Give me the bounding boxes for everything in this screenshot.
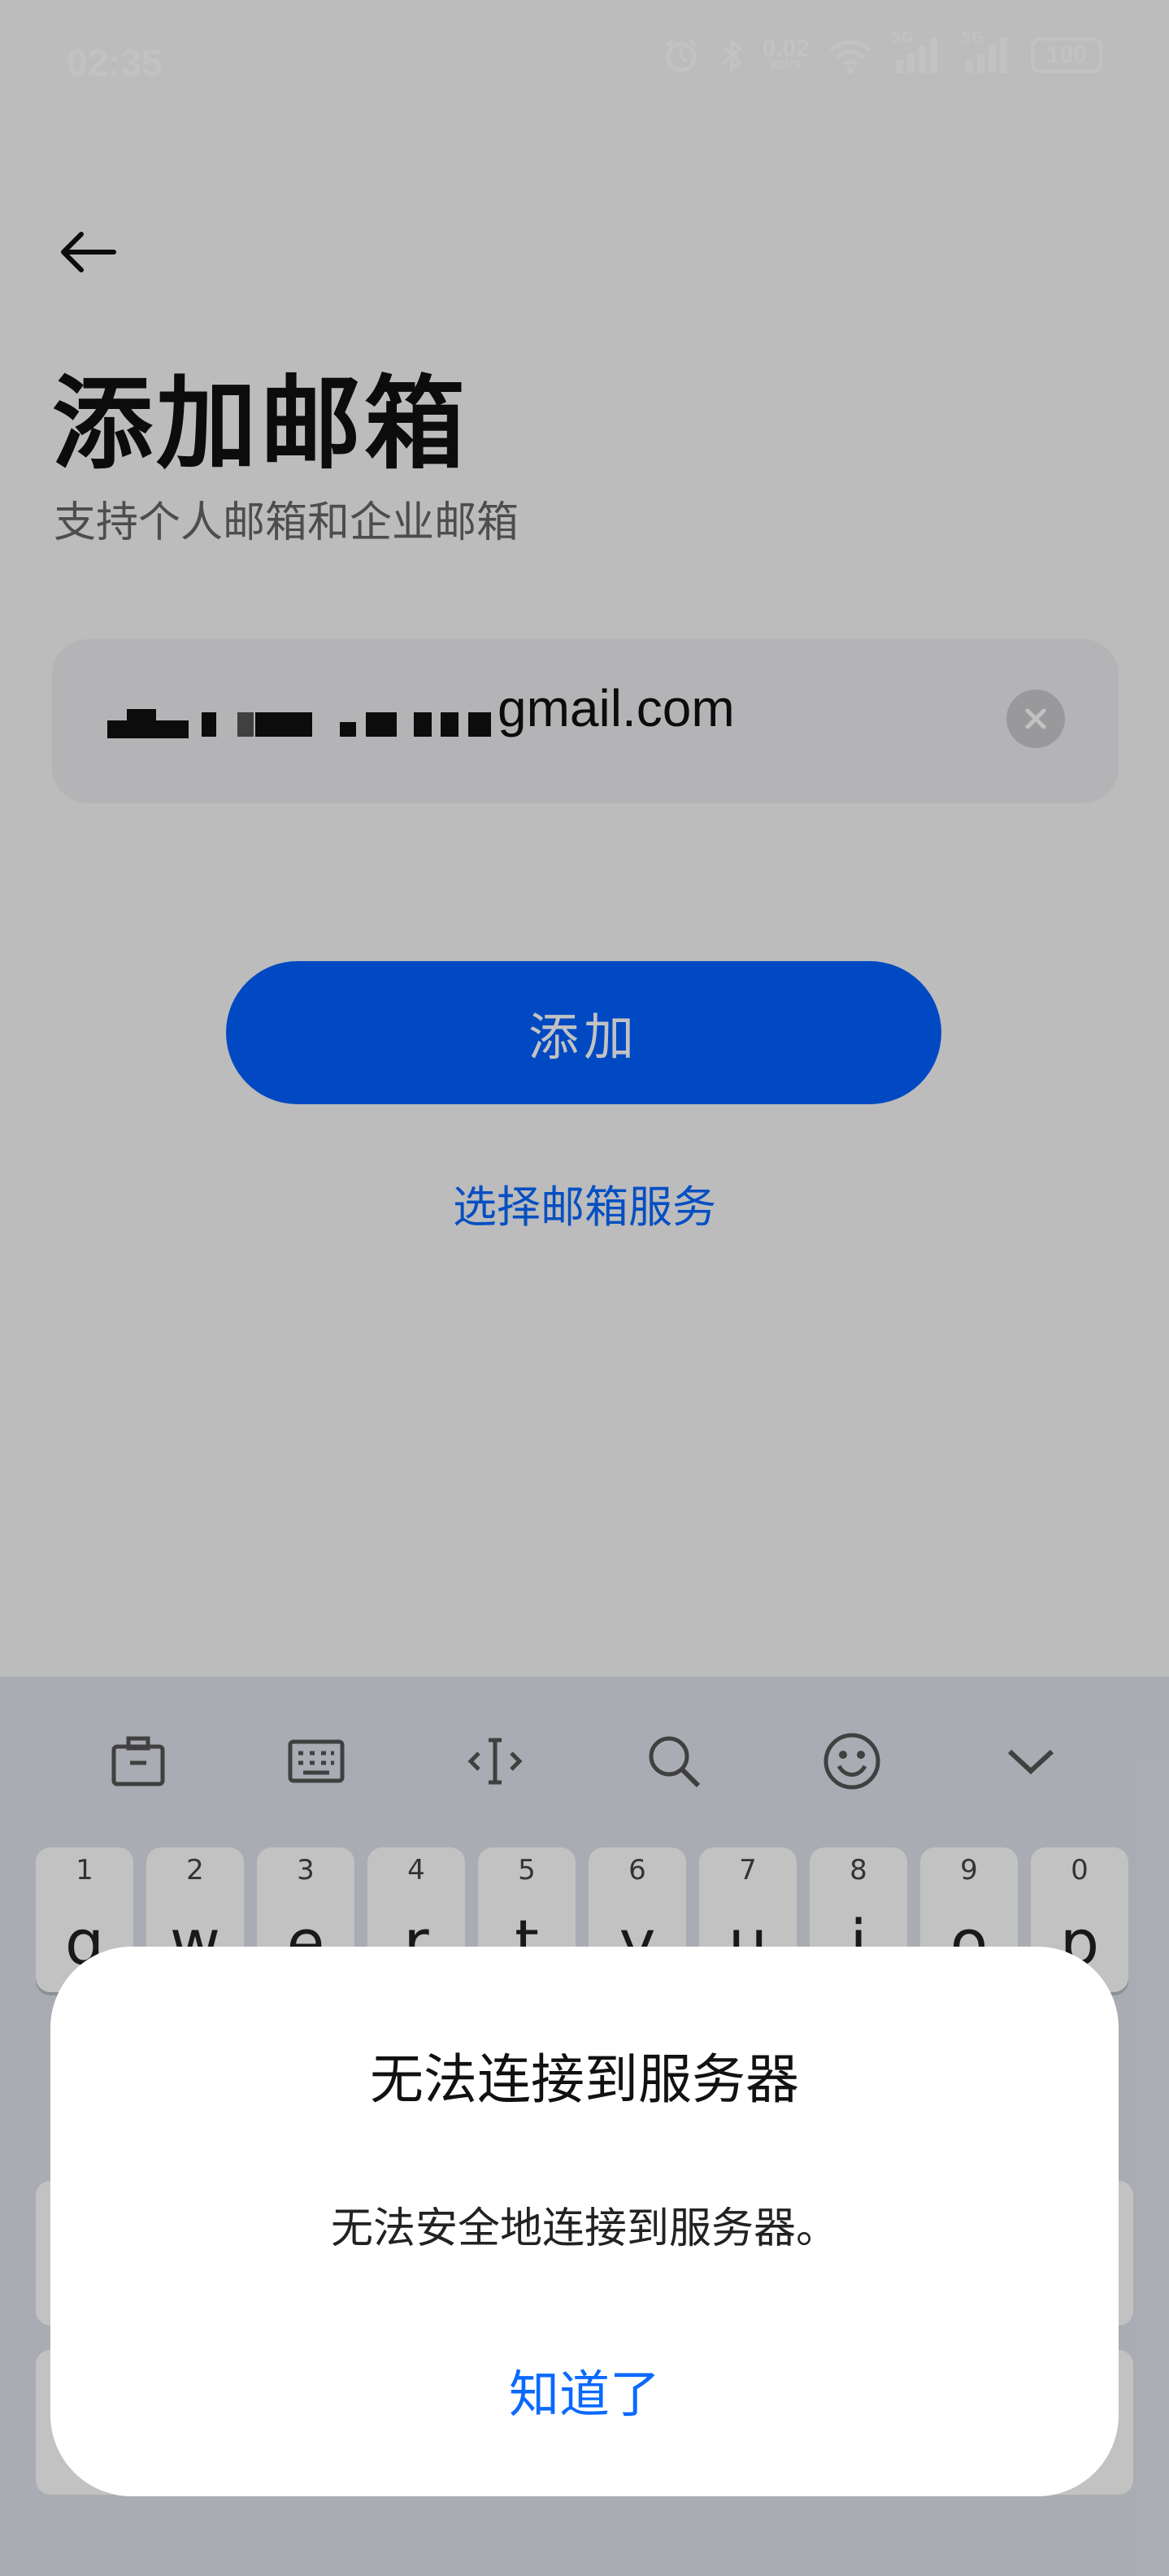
dialog-title: 无法连接到服务器 xyxy=(370,2048,799,2111)
error-dialog: 无法连接到服务器 无法安全地连接到服务器。 知道了 xyxy=(50,1947,1119,2496)
dialog-ok-button[interactable]: 知道了 xyxy=(50,2353,1119,2426)
dialog-message: 无法安全地连接到服务器。 xyxy=(330,2204,838,2253)
